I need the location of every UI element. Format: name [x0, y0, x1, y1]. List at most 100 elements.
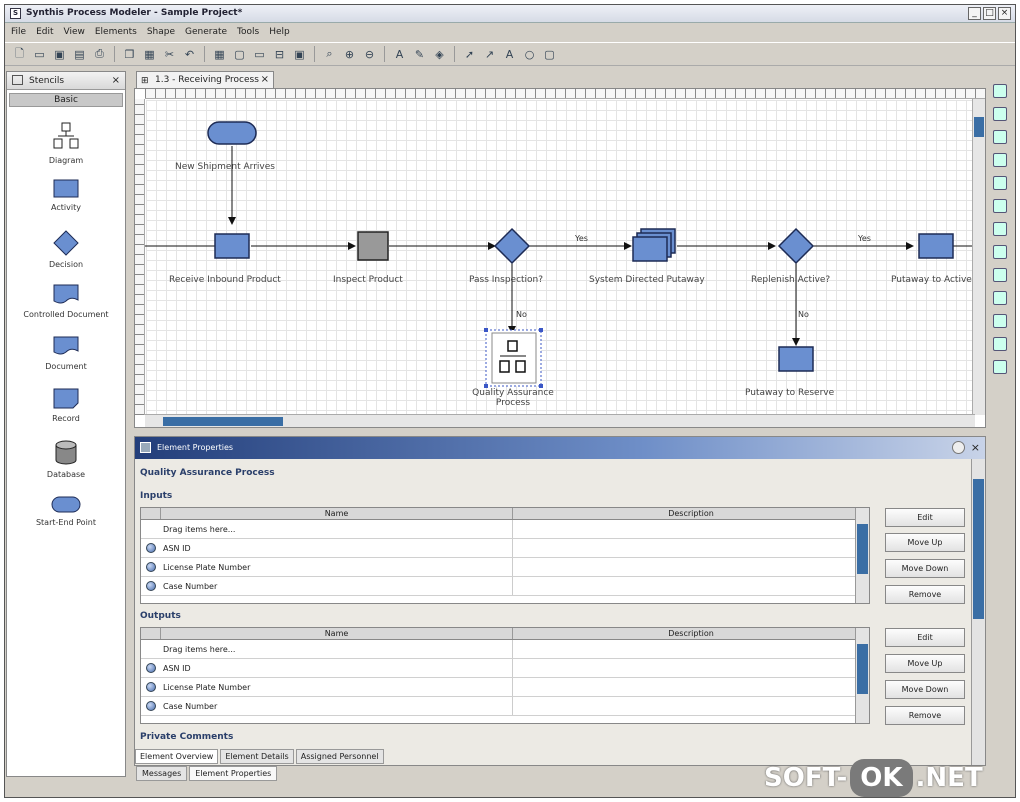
- stencil-diagram[interactable]: Diagram: [7, 122, 125, 165]
- scroll-thumb[interactable]: [857, 524, 868, 574]
- form-icon[interactable]: [993, 268, 1007, 282]
- tab-messages[interactable]: Messages: [136, 766, 188, 781]
- stencil-decision[interactable]: Decision: [7, 230, 125, 269]
- menu-generate[interactable]: Generate: [185, 27, 227, 37]
- stencil-activity[interactable]: Activity: [7, 179, 125, 212]
- print-icon[interactable]: ⎙: [91, 46, 108, 63]
- maximize-button[interactable]: □: [983, 7, 996, 20]
- outputs-remove-button[interactable]: Remove: [885, 706, 965, 725]
- connector-icon[interactable]: ↗: [481, 46, 498, 63]
- key-icon[interactable]: [993, 314, 1007, 328]
- selection-handle[interactable]: [484, 328, 488, 332]
- group-icon[interactable]: [993, 337, 1007, 351]
- menu-view[interactable]: View: [64, 27, 85, 37]
- copy-icon[interactable]: ❐: [121, 46, 138, 63]
- outputs-scrollbar[interactable]: [855, 628, 869, 723]
- restore-icon[interactable]: [952, 441, 965, 454]
- column-header-description[interactable]: Description: [513, 508, 869, 519]
- table-row[interactable]: ASN ID: [141, 659, 869, 678]
- table-row[interactable]: License Plate Number: [141, 678, 869, 697]
- document-icon[interactable]: [993, 107, 1007, 121]
- scroll-thumb[interactable]: [857, 644, 868, 694]
- menu-elements[interactable]: Elements: [95, 27, 137, 37]
- grid-icon[interactable]: ▦: [211, 46, 228, 63]
- stencil-database[interactable]: Database: [7, 440, 125, 479]
- scroll-thumb[interactable]: [973, 479, 984, 619]
- tab-receiving-process[interactable]: ⊞ 1.3 - Receiving Process ×: [136, 71, 274, 88]
- tab-element-overview[interactable]: Element Overview: [135, 749, 219, 764]
- column-header-description[interactable]: Description: [513, 628, 869, 639]
- terminator-icon[interactable]: [993, 291, 1007, 305]
- stencil-start-end-point[interactable]: Start-End Point: [7, 496, 125, 527]
- node-putaway-reserve[interactable]: [778, 346, 814, 372]
- table-row[interactable]: License Plate Number: [141, 558, 869, 577]
- properties-close-icon[interactable]: ×: [971, 441, 980, 454]
- inputs-edit-button[interactable]: Edit: [885, 508, 965, 527]
- person-icon[interactable]: [993, 360, 1007, 374]
- selection-handle[interactable]: [539, 328, 543, 332]
- node-start[interactable]: [207, 121, 257, 145]
- zoom-out-icon[interactable]: ⊖: [361, 46, 378, 63]
- layout-icon[interactable]: ▢: [231, 46, 248, 63]
- table-row[interactable]: Case Number: [141, 577, 869, 596]
- package-icon[interactable]: [993, 130, 1007, 144]
- diagram-canvas[interactable]: Yes Yes No No New Shipment Arrives Recei…: [134, 88, 986, 428]
- outputs-move-down-button[interactable]: Move Down: [885, 680, 965, 699]
- table-row[interactable]: Case Number: [141, 697, 869, 716]
- outputs-move-up-button[interactable]: Move Up: [885, 654, 965, 673]
- scroll-thumb[interactable]: [163, 417, 283, 426]
- node-pass-inspection[interactable]: [493, 227, 531, 265]
- minimize-button[interactable]: _: [968, 7, 981, 20]
- stencil-document[interactable]: Document: [7, 336, 125, 371]
- node-inspect[interactable]: [357, 231, 389, 261]
- canvas-vertical-scrollbar[interactable]: [972, 99, 985, 415]
- page-icon[interactable]: ▣: [291, 46, 308, 63]
- menu-shape[interactable]: Shape: [147, 27, 175, 37]
- table-row[interactable]: ASN ID: [141, 539, 869, 558]
- text-tool-icon[interactable]: A: [501, 46, 518, 63]
- menu-tools[interactable]: Tools: [237, 27, 259, 37]
- column-header-name[interactable]: Name: [161, 508, 513, 519]
- tab-close-icon[interactable]: ×: [261, 74, 269, 85]
- save-icon[interactable]: ▣: [51, 46, 68, 63]
- zoom-fit-icon[interactable]: ⌕: [321, 46, 338, 63]
- menu-help[interactable]: Help: [269, 27, 290, 37]
- ellipse-tool-icon[interactable]: ○: [521, 46, 538, 63]
- table-row[interactable]: Drag items here...: [141, 520, 869, 539]
- node-putaway-active[interactable]: [918, 233, 954, 259]
- inputs-scrollbar[interactable]: [855, 508, 869, 603]
- rectangle-tool-icon[interactable]: ▢: [541, 46, 558, 63]
- activity-icon[interactable]: [993, 153, 1007, 167]
- menu-file[interactable]: File: [11, 27, 26, 37]
- hierarchy-icon[interactable]: [993, 84, 1007, 98]
- table-row[interactable]: Drag items here...: [141, 640, 869, 659]
- decision-icon[interactable]: [993, 176, 1007, 190]
- paste-icon[interactable]: ▦: [141, 46, 158, 63]
- node-replenish[interactable]: [777, 227, 815, 265]
- column-header-name[interactable]: Name: [161, 628, 513, 639]
- node-receive[interactable]: [214, 233, 250, 259]
- tab-assigned-personnel[interactable]: Assigned Personnel: [295, 749, 384, 764]
- note-icon[interactable]: [993, 222, 1007, 236]
- close-button[interactable]: ×: [998, 7, 1011, 20]
- canvas-horizontal-scrollbar[interactable]: [145, 414, 975, 427]
- properties-scrollbar[interactable]: [971, 459, 985, 765]
- pointer-icon[interactable]: ➚: [461, 46, 478, 63]
- fill-color-icon[interactable]: ◈: [431, 46, 448, 63]
- menu-edit[interactable]: Edit: [36, 27, 53, 37]
- text-color-icon[interactable]: A: [391, 46, 408, 63]
- stencils-close-icon[interactable]: ×: [112, 75, 120, 86]
- inputs-move-up-button[interactable]: Move Up: [885, 533, 965, 552]
- undo-icon[interactable]: ↶: [181, 46, 198, 63]
- cut-icon[interactable]: ✂: [161, 46, 178, 63]
- node-directed-putaway[interactable]: [632, 236, 668, 262]
- stencil-group-basic[interactable]: Basic: [9, 93, 123, 107]
- align-icon[interactable]: ▭: [251, 46, 268, 63]
- new-icon[interactable]: 🗋: [11, 46, 28, 63]
- save-all-icon[interactable]: ▤: [71, 46, 88, 63]
- outputs-edit-button[interactable]: Edit: [885, 628, 965, 647]
- inputs-remove-button[interactable]: Remove: [885, 585, 965, 604]
- zoom-in-icon[interactable]: ⊕: [341, 46, 358, 63]
- scroll-thumb[interactable]: [974, 117, 984, 137]
- comment-icon[interactable]: [993, 245, 1007, 259]
